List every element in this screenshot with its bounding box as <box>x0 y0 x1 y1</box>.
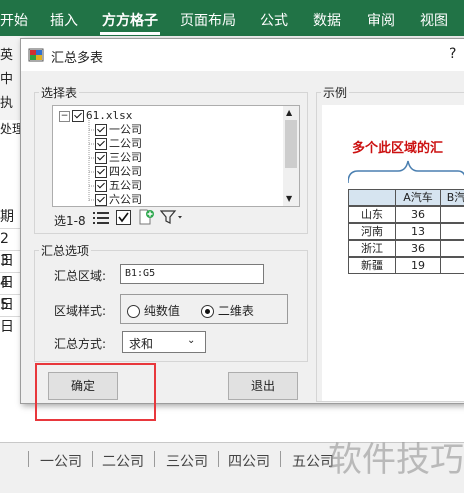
example-legend: 示例 <box>323 86 348 100</box>
example-cell: 36 <box>395 206 441 223</box>
example-cell <box>440 223 464 240</box>
row-header[interactable]: 3日 <box>0 250 22 291</box>
example-header-cell <box>348 189 396 206</box>
exit-button[interactable]: 退出 <box>228 372 298 400</box>
help-button[interactable]: ? <box>449 46 456 62</box>
tree-item-label: 四公司 <box>109 165 142 178</box>
method-select[interactable]: 求和 ⌄ <box>122 331 206 353</box>
check-all-icon[interactable] <box>116 210 131 225</box>
list-icon[interactable] <box>93 211 109 225</box>
radio-plain-label: 纯数值 <box>143 304 180 318</box>
sheet-tab-4[interactable]: 四公司 <box>228 451 270 471</box>
tree-item-label: 一公司 <box>109 123 142 136</box>
ribbon-item-2[interactable]: 中 <box>0 68 13 87</box>
example-preview: 多个此区域的汇 A汽车 B汽 山东 36 河南 13 浙江 36 新疆 19 <box>322 105 464 401</box>
ribbon-item-1[interactable]: 英 <box>0 44 13 63</box>
radio-2d[interactable]: 二维表 <box>201 302 254 319</box>
style-label: 区域样式: <box>54 304 107 318</box>
scroll-up-icon[interactable]: ▲ <box>286 108 292 117</box>
scroll-down-icon[interactable]: ▼ <box>286 194 292 203</box>
row-header[interactable]: 4日 <box>0 272 22 313</box>
tab-separator <box>280 451 281 467</box>
tab-data[interactable]: 数据 <box>313 10 341 30</box>
tree-lines <box>88 120 95 201</box>
sheet-tab-3[interactable]: 三公司 <box>166 451 208 471</box>
select-table-legend: 选择表 <box>41 86 78 100</box>
row-header[interactable]: 5日 <box>0 294 22 335</box>
tab-fangfang[interactable]: 方方格子 <box>100 10 160 35</box>
dialog-titlebar[interactable]: 汇总多表 ? <box>21 39 464 71</box>
chevron-down-icon[interactable]: ⌄ <box>187 335 195 346</box>
add-file-icon[interactable] <box>138 209 154 225</box>
sheet-tab-2[interactable]: 二公司 <box>102 451 144 471</box>
tab-separator <box>218 451 219 467</box>
sheet-tab-1[interactable]: 一公司 <box>40 451 82 471</box>
example-cell: 19 <box>395 257 441 274</box>
example-header-cell: B汽 <box>440 189 464 206</box>
list-scrollbar[interactable]: ▲ ▼ <box>283 106 299 206</box>
row-header[interactable]: 期 <box>0 206 22 229</box>
range-input[interactable]: B1:G5 <box>120 264 264 284</box>
tab-separator <box>154 451 155 467</box>
radio-icon[interactable] <box>127 305 140 318</box>
example-cell: 13 <box>395 223 441 240</box>
example-header-cell: A汽车 <box>395 189 441 206</box>
range-select-label[interactable]: 选1-8 <box>54 212 86 229</box>
scroll-thumb[interactable] <box>285 120 297 168</box>
watermark-text: 软件技巧 <box>328 440 464 480</box>
row-header[interactable]: 2日 <box>0 228 22 269</box>
radio-2d-label: 二维表 <box>217 304 254 318</box>
tab-insert[interactable]: 插入 <box>50 10 78 30</box>
range-label: 汇总区域: <box>54 269 107 283</box>
tree-item-label: 五公司 <box>109 179 142 192</box>
method-label: 汇总方式: <box>54 337 107 351</box>
tree-item-label: 三公司 <box>109 151 142 164</box>
brace-icon <box>348 160 464 184</box>
dialog-title: 汇总多表 <box>51 51 104 66</box>
radio-plain[interactable]: 纯数值 <box>127 302 180 319</box>
tab-separator <box>28 451 29 467</box>
example-cell <box>440 206 464 223</box>
ribbon-tabs-bar: 开始 插入 方方格子 页面布局 公式 数据 审阅 视图 <box>0 0 464 36</box>
example-caption: 多个此区域的汇 <box>352 141 444 156</box>
tree-item-label: 二公司 <box>109 137 142 150</box>
example-cell: 河南 <box>348 223 396 240</box>
example-cell: 山东 <box>348 206 396 223</box>
method-value: 求和 <box>129 337 154 351</box>
filter-dropdown-icon[interactable] <box>159 210 184 225</box>
radio-icon[interactable] <box>201 305 214 318</box>
tree-item-label: 六公司 <box>109 193 142 206</box>
example-cell: 浙江 <box>348 240 396 257</box>
ribbon-item-3[interactable]: 执 <box>0 92 13 111</box>
sheet-tree-list[interactable]: −61.xlsx 一公司 二公司 三公司 四公司 五公司 六公司 ▲ ▼ <box>52 105 300 207</box>
style-radio-group: 纯数值 二维表 <box>120 294 288 324</box>
example-cell <box>440 257 464 274</box>
example-cell: 新疆 <box>348 257 396 274</box>
options-legend: 汇总选项 <box>41 244 90 258</box>
example-cell <box>440 240 464 257</box>
tab-home[interactable]: 开始 <box>0 10 28 30</box>
tab-formulas[interactable]: 公式 <box>260 10 288 30</box>
tab-view[interactable]: 视图 <box>420 10 448 30</box>
example-cell: 36 <box>395 240 441 257</box>
tab-review[interactable]: 审阅 <box>367 10 395 30</box>
ok-highlight-box <box>35 363 156 421</box>
tab-separator <box>92 451 93 467</box>
tab-page-layout[interactable]: 页面布局 <box>180 10 236 30</box>
app-icon <box>28 47 44 63</box>
